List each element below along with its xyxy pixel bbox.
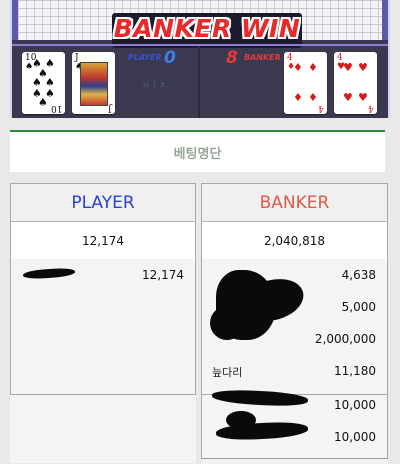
diamond-icon: ♦ (308, 91, 318, 104)
game-result-board: BANKER WIN 10♠ ♠ ♠ ♠ ♠ ♠ ♠ ♠ ♠ 10 J♠ J P… (10, 0, 390, 118)
banker-score: 8 (226, 48, 238, 68)
faded-label: ㅂㅏㅊ (142, 81, 167, 91)
card-rank-inverted: 4 (368, 103, 374, 113)
player-score: 0 (164, 48, 176, 68)
diamond-icon: ♦ (293, 61, 303, 74)
banker-card-2: 4 ♥ ♥ ♥ ♥ ♥ 4 (334, 52, 377, 114)
player-bets-panel: PLAYER 12,174 12,174 (10, 183, 196, 395)
bet-amount: 4,638 (341, 268, 376, 282)
bet-amount: 11,180 (334, 364, 376, 378)
bet-amount: 10,000 (334, 430, 376, 444)
jack-face-art (80, 62, 108, 106)
spade-icon: ♠ (38, 96, 48, 109)
list-item: 12,174 (11, 259, 195, 291)
redaction-scribble (210, 306, 244, 340)
redaction-scribble (22, 267, 76, 280)
board-center-split (198, 46, 200, 118)
result-banner: BANKER WIN (113, 14, 301, 43)
bet-amount: 5,000 (341, 300, 376, 314)
player-side-label: PLAYER (128, 53, 162, 62)
player-panel-continuation (10, 395, 196, 463)
card-rank-inverted: 4 (318, 103, 324, 113)
banker-total: 2,040,818 (202, 222, 387, 259)
bet-amount: 10,000 (334, 398, 376, 412)
diamond-icon: ♦ (308, 61, 318, 74)
betting-list-header: 베팅명단 (10, 130, 385, 172)
banker-side-label: BANKER (244, 53, 281, 62)
player-total: 12,174 (11, 222, 195, 259)
grid-right-edge (382, 0, 388, 40)
heart-icon: ♥ (343, 61, 353, 74)
player-card-1: 10 ♠ ♠ ♠ ♠ ♠ ♠ ♠ ♠ ♠ 10 (22, 52, 65, 114)
next-panel-edge (201, 458, 388, 464)
card-rank-inverted: J (108, 103, 112, 113)
heart-icon: ♥ (358, 91, 368, 104)
bettor-name: 늪다리 (212, 366, 243, 379)
bet-amount: 12,174 (142, 268, 184, 282)
betting-list-title: 베팅명단 (173, 146, 222, 162)
board-divider (12, 44, 388, 46)
diamond-icon: ♦ (293, 91, 303, 104)
list-item: 늪다리 11,180 (202, 355, 387, 387)
grid-left-edge (12, 0, 18, 40)
player-bet-list: 12,174 (11, 259, 195, 291)
banker-bets-panel: BANKER 2,040,818 4,638 5,000 2,000,000 늪… (201, 183, 388, 395)
banker-panel-title: BANKER (202, 184, 387, 222)
banker-panel-continuation: 10,000 10,000 (201, 388, 388, 463)
heart-icon: ♥ (358, 61, 368, 74)
player-card-2: J♠ J (72, 52, 115, 114)
bet-amount: 2,000,000 (314, 332, 376, 346)
heart-icon: ♥ (343, 91, 353, 104)
card-rank-inverted: 10 (50, 103, 62, 113)
banker-card-1: 4 ♦ ♦ ♦ ♦ ♦ 4 (284, 52, 327, 114)
player-panel-title: PLAYER (11, 184, 195, 222)
redaction-scribble (226, 411, 256, 429)
